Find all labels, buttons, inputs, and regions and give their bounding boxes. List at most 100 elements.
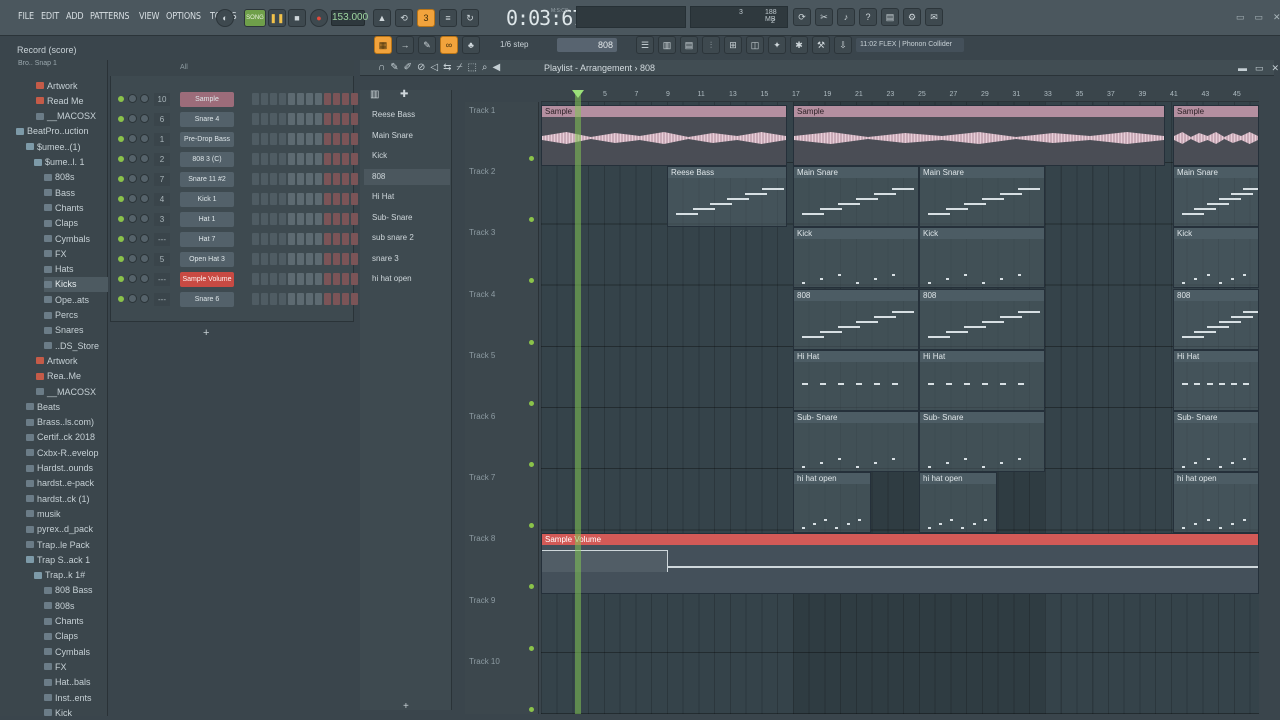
step-button[interactable]	[342, 193, 349, 205]
browser-item[interactable]: Hardst..ounds	[26, 461, 108, 476]
playlist-clip[interactable]: Hi Hat	[793, 349, 919, 411]
step-button[interactable]	[315, 113, 322, 125]
step-button[interactable]	[351, 113, 358, 125]
browser-item[interactable]: __MACOSX	[36, 109, 108, 124]
step-button[interactable]	[324, 153, 331, 165]
step-button[interactable]	[261, 153, 268, 165]
step-button[interactable]	[351, 233, 358, 245]
pattern-item[interactable]: Sub- Snare	[364, 210, 450, 226]
paint-icon[interactable]: ✐	[404, 62, 412, 73]
browser-item[interactable]: BeatPro..uction	[16, 124, 108, 139]
countdown-icon[interactable]: 3	[417, 9, 435, 27]
channel-row[interactable]: 6 Snare 4	[110, 110, 358, 130]
pattern-item[interactable]: hi hat open	[364, 271, 450, 287]
step-button[interactable]	[324, 133, 331, 145]
browser-item[interactable]: Artwork	[36, 78, 108, 93]
step-button[interactable]	[315, 133, 322, 145]
step-button[interactable]	[288, 273, 295, 285]
channel-name-button[interactable]: 808 3 (C)	[180, 152, 234, 167]
browser-item[interactable]: Kick	[44, 705, 108, 720]
step-button[interactable]	[333, 233, 340, 245]
track-enable-led[interactable]	[529, 584, 534, 590]
track-enable-led[interactable]	[529, 462, 534, 467]
browser-item[interactable]: FX	[44, 659, 108, 674]
channel-led[interactable]	[118, 256, 124, 262]
step-button[interactable]	[324, 253, 331, 265]
step-button[interactable]	[306, 153, 313, 165]
step-button[interactable]	[342, 173, 349, 185]
browser-item[interactable]: Trap S..ack 1	[26, 552, 108, 567]
step-button[interactable]	[279, 213, 286, 225]
step-button[interactable]	[252, 133, 259, 145]
step-button[interactable]	[333, 93, 340, 105]
playlist-maximize-icon[interactable]: ▭	[1255, 63, 1264, 74]
browser-item[interactable]: Snares	[44, 323, 108, 338]
step-button[interactable]	[342, 153, 349, 165]
browser-item[interactable]: Inst..ents	[44, 690, 108, 705]
step-button[interactable]	[342, 293, 349, 305]
step-button[interactable]	[270, 273, 277, 285]
piano-roll-icon[interactable]: ▥	[658, 36, 676, 54]
step-button[interactable]	[288, 293, 295, 305]
news-panel[interactable]: 11:02 FLEX | Phonon Collider	[856, 38, 964, 52]
step-button[interactable]	[333, 153, 340, 165]
channel-led[interactable]	[118, 96, 124, 102]
channel-led[interactable]	[118, 156, 124, 162]
record-icon[interactable]: ●	[310, 9, 328, 27]
step-button[interactable]	[351, 273, 358, 285]
step-button[interactable]	[252, 233, 259, 245]
step-button[interactable]	[342, 273, 349, 285]
step-button[interactable]	[324, 113, 331, 125]
step-button[interactable]	[333, 113, 340, 125]
step-button[interactable]	[351, 253, 358, 265]
pattern-item[interactable]: Reese Bass	[364, 107, 450, 123]
step-button[interactable]	[261, 193, 268, 205]
arrangement-grid[interactable]: Sample Sample Sample Reese Bass Main Snare Ma…	[541, 102, 1259, 714]
step-button[interactable]	[252, 153, 259, 165]
step-edit-icon[interactable]: ≡	[439, 9, 457, 27]
playhead[interactable]	[575, 90, 581, 714]
channel-led[interactable]	[118, 216, 124, 222]
mixer-track-number[interactable]: 1	[154, 133, 170, 146]
pan-knob[interactable]	[128, 294, 137, 303]
step-button[interactable]	[288, 213, 295, 225]
step-button[interactable]	[297, 93, 304, 105]
volume-knob[interactable]	[140, 294, 149, 303]
step-button[interactable]	[270, 253, 277, 265]
pencil-tool-icon[interactable]: ✎	[418, 36, 436, 54]
step-button[interactable]	[351, 133, 358, 145]
step-button[interactable]	[324, 173, 331, 185]
pause-icon[interactable]: ❚❚	[268, 9, 286, 27]
minimize-icon[interactable]: ▭	[1236, 12, 1245, 23]
playlist-clip[interactable]: Main Snare	[793, 166, 919, 228]
browser-item[interactable]: musik	[26, 506, 108, 521]
mixer-track-number[interactable]: 3	[154, 213, 170, 226]
chat-icon[interactable]: ✉	[925, 8, 943, 26]
step-button[interactable]	[279, 253, 286, 265]
browser-item[interactable]: Cymbals	[44, 231, 108, 246]
step-button[interactable]	[306, 113, 313, 125]
playlist-clip[interactable]: Main Snare	[919, 166, 1045, 228]
select-icon[interactable]: ⬚	[467, 62, 476, 73]
undo-icon[interactable]: ⟳	[793, 8, 811, 26]
browser-item[interactable]: Read Me	[36, 93, 108, 108]
menu-edit[interactable]: EDIT	[41, 11, 59, 22]
loop-record-icon[interactable]: ↻	[461, 9, 479, 27]
step-button[interactable]	[270, 113, 277, 125]
playlist-minimize-icon[interactable]: ▬	[1238, 63, 1247, 74]
add-channel-icon[interactable]: +	[203, 327, 209, 339]
step-button[interactable]	[261, 273, 268, 285]
step-button[interactable]	[288, 113, 295, 125]
track-enable-led[interactable]	[529, 278, 534, 284]
step-button[interactable]	[279, 193, 286, 205]
browser-item[interactable]: 808 Bass	[44, 583, 108, 598]
step-button[interactable]	[297, 293, 304, 305]
pattern-picker-icon[interactable]: ▥	[370, 89, 379, 100]
step-button[interactable]	[288, 253, 295, 265]
volume-knob[interactable]	[140, 274, 149, 283]
step-button[interactable]	[270, 153, 277, 165]
step-button[interactable]	[315, 233, 322, 245]
step-button[interactable]	[252, 113, 259, 125]
step-button[interactable]	[306, 193, 313, 205]
step-button[interactable]	[306, 173, 313, 185]
